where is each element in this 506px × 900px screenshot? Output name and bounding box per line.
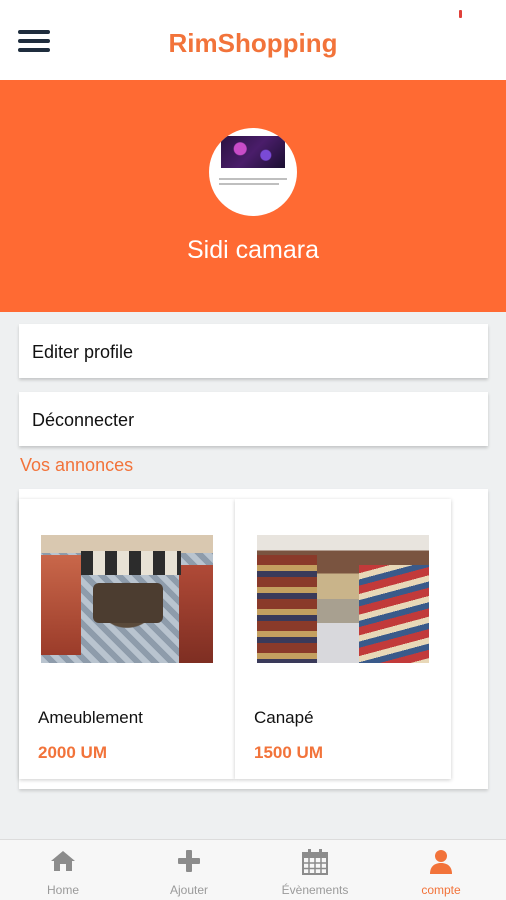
logout-button[interactable]: Déconnecter <box>19 392 488 446</box>
profile-banner: Sidi camara <box>0 80 506 312</box>
avatar[interactable] <box>209 128 297 216</box>
user-icon <box>430 850 452 874</box>
ad-card-ameublement[interactable]: Ameublement 2000 UM <box>19 499 235 779</box>
bottom-navigation: Home Ajouter Évènements compte <box>0 839 506 900</box>
image-detail <box>81 551 181 575</box>
ad-title: Ameublement <box>38 708 143 727</box>
edit-profile-button[interactable]: Editer profile <box>19 324 488 378</box>
ads-section-title: Vos annonces <box>20 455 134 475</box>
avatar-text-line <box>219 178 287 180</box>
app-header: RimShopping <box>0 0 506 80</box>
status-indicator <box>459 10 462 18</box>
plus-icon <box>178 850 200 872</box>
nav-add[interactable]: Ajouter <box>126 840 252 900</box>
image-detail <box>257 555 317 663</box>
ad-image <box>41 535 213 663</box>
home-icon <box>51 851 75 871</box>
nav-label: Ajouter <box>169 883 209 897</box>
image-detail <box>41 555 81 655</box>
app-title: RimShopping <box>168 28 338 58</box>
nav-events[interactable]: Évènements <box>252 840 378 900</box>
ad-price: 1500 UM <box>254 743 323 762</box>
nav-label: Évènements <box>281 883 349 897</box>
ad-image <box>257 535 429 663</box>
nav-label: compte <box>421 883 461 897</box>
avatar-text-line <box>219 183 279 185</box>
user-name: Sidi camara <box>187 236 319 264</box>
calendar-icon <box>302 849 328 875</box>
image-detail <box>179 565 213 663</box>
image-detail <box>359 565 429 663</box>
ad-card-canape[interactable]: Canapé 1500 UM <box>235 499 451 779</box>
ad-title: Canapé <box>254 708 314 727</box>
image-detail <box>93 583 163 623</box>
nav-label: Home <box>46 883 79 897</box>
ads-list: Ameublement 2000 UM Canapé 1500 UM <box>19 489 488 789</box>
nav-home[interactable]: Home <box>0 840 126 900</box>
nav-account[interactable]: compte <box>378 840 504 900</box>
ad-price: 2000 UM <box>38 743 107 762</box>
avatar-image <box>221 136 285 168</box>
